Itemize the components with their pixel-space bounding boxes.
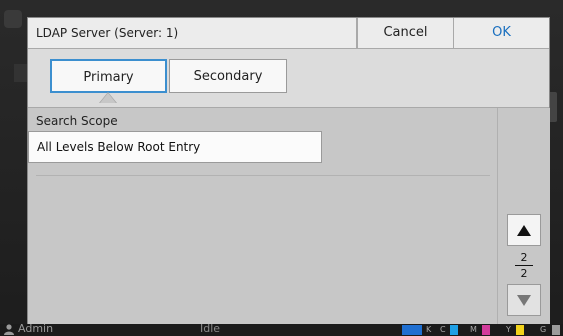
user-name: Admin [18,322,54,335]
tab-primary[interactable]: Primary [50,59,167,93]
triangle-down-icon [517,295,531,306]
ink-c-label: C [440,325,446,334]
settings-content: Search Scope All Levels Below Root Entry [28,108,497,324]
page-indicator: 2 2 [507,251,541,280]
ink-k-box [402,325,422,335]
ink-m-label: M [470,325,477,334]
cancel-button[interactable]: Cancel [357,18,453,48]
divider [36,175,490,176]
ldap-server-dialog: LDAP Server (Server: 1) Cancel OK Primar… [28,18,550,324]
background-edge [14,64,28,82]
tab-pointer [100,93,116,103]
printer-state: Idle [200,322,221,335]
search-scope-select[interactable]: All Levels Below Root Entry [28,131,322,163]
page-current: 2 [520,251,528,264]
settings-icon [4,10,22,28]
ok-button[interactable]: OK [453,18,549,48]
triangle-up-icon [517,225,531,236]
ink-g-box [552,325,560,335]
page-fraction-line [515,265,533,266]
dialog-header: LDAP Server (Server: 1) Cancel OK [28,18,549,49]
ink-y-label: Y [506,325,511,334]
search-scope-label: Search Scope [36,114,118,128]
tab-secondary[interactable]: Secondary [169,59,287,93]
ink-c-box [450,325,458,335]
page-total: 2 [520,267,528,280]
scroll-up-button[interactable] [507,214,541,246]
ink-g-label: G [540,325,547,334]
ink-k-label: K [426,325,432,334]
user-icon [4,324,14,335]
scroll-down-button[interactable] [507,284,541,316]
page-scroller: 2 2 [497,108,550,324]
dialog-title: LDAP Server (Server: 1) [28,18,357,48]
status-bar: Admin Idle K C M Y G [0,322,563,336]
ink-m-box [482,325,490,335]
ink-y-box [516,325,524,335]
